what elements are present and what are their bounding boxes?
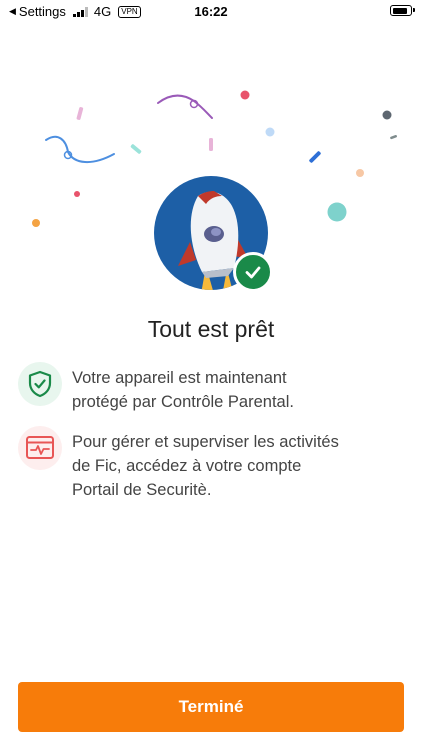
page-title: Tout est prêt [147, 316, 275, 342]
info-line: Pour gérer et superviser les activités [72, 433, 339, 451]
info-line: Votre appareil est maintenant [72, 369, 287, 387]
info-line: protégé par Contrôle Parental. [72, 393, 294, 411]
info-text-protected: Votre appareil est maintenant protégé pa… [72, 366, 294, 414]
rocket-illustration [154, 176, 273, 292]
info-line: Portail de Securitè. [72, 481, 212, 499]
info-line: de Fic, accédez à votre compte [72, 457, 302, 475]
done-button[interactable]: Terminé [18, 682, 404, 732]
activity-monitor-icon [18, 426, 62, 470]
info-text-portal: Pour gérer et superviser les activités d… [72, 430, 339, 502]
battery-icon [390, 5, 415, 16]
shield-check-icon [18, 362, 62, 406]
status-time: 16:22 [194, 4, 228, 19]
checkmark-icon [245, 266, 261, 279]
info-item-protected: Votre appareil est maintenant protégé pa… [18, 362, 408, 414]
success-check-badge [233, 252, 273, 292]
info-item-portal: Pour gérer et superviser les activités d… [18, 426, 408, 502]
status-bar: ◀ Settings 4G VPN 16:22 [0, 0, 422, 24]
